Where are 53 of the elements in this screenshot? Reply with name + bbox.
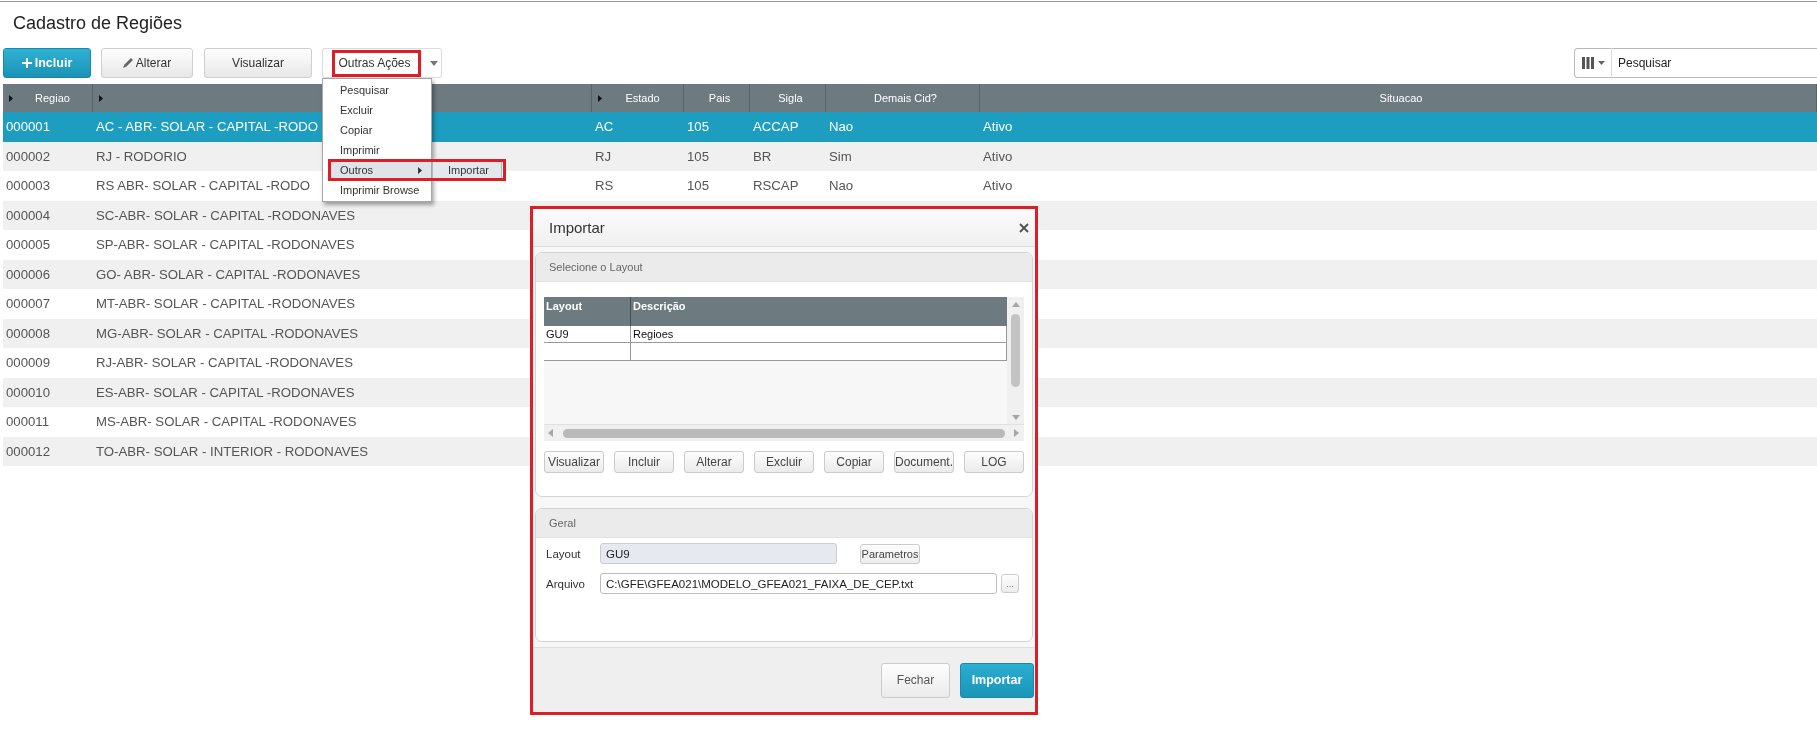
table-cell: 000008 (6, 325, 50, 341)
column-title: Regiao (34, 92, 71, 104)
table-cell: BR (753, 148, 772, 164)
table-cell: ES-ABR- SOLAR - CAPITAL -RODONAVES (96, 384, 355, 400)
page-title: Cadastro de Regiões (13, 12, 183, 34)
table-cell: RJ-ABR- SOLAR - CAPITAL -RODONAVES (96, 355, 353, 371)
table-cell: 105 (687, 178, 709, 194)
table-cell: 000009 (6, 355, 50, 371)
table-cell: Ativo (983, 148, 1013, 164)
table-cell: 105 (687, 119, 709, 135)
column-title: Sigla (777, 92, 804, 104)
table-cell: Nao (829, 178, 854, 194)
table-cell: Ativo (983, 178, 1013, 194)
table-cell: RS (595, 178, 614, 194)
table-cell: MG-ABR- SOLAR - CAPITAL -RODONAVES (96, 325, 359, 341)
table-cell: 000006 (6, 266, 50, 282)
table-cell: 000001 (6, 119, 50, 135)
table-cell: Nao (829, 119, 854, 135)
table-cell: Ativo (983, 119, 1013, 135)
column-title: Estado (624, 92, 661, 104)
table-cell: ACCAP (753, 119, 799, 135)
table-cell: RSCAP (753, 178, 799, 194)
table-cell: 000002 (6, 148, 50, 164)
table-cell: 000011 (6, 414, 50, 430)
table-cell: GO- ABR- SOLAR - CAPITAL -RODONAVES (96, 266, 361, 282)
table-cell: RS ABR- SOLAR - CAPITAL -RODO (96, 178, 310, 194)
column-title: Situacao (1378, 92, 1424, 104)
table-cell: TO-ABR- SOLAR - INTERIOR - RODONAVES (96, 443, 369, 459)
table-cell: RJ - RODORIO (96, 148, 187, 164)
dialog-title: Importar (549, 219, 605, 236)
table-cell-text: Regioes (632, 327, 675, 342)
column-title: Pais (707, 92, 732, 104)
table-cell: AC (595, 119, 614, 135)
table-cell: AC - ABR- SOLAR - CAPITAL -RODO (96, 119, 319, 135)
table-cell: 000003 (6, 178, 50, 194)
field-label: Layout (546, 547, 582, 560)
table-cell: 000012 (6, 443, 50, 459)
column-title: Demais Cid? (873, 92, 938, 104)
table-cell: SC-ABR- SOLAR - CAPITAL -RODONAVES (96, 207, 356, 223)
table-cell: MS-ABR- SOLAR - CAPITAL -RODONAVES (96, 414, 357, 430)
table-cell: Sim (829, 148, 852, 164)
table-cell: 000004 (6, 207, 50, 223)
table-cell: 000010 (6, 384, 50, 400)
table-cell: GU9 (544, 326, 631, 342)
table-cell: 000007 (6, 296, 50, 312)
table-cell: 105 (687, 148, 709, 164)
panel-title: Geral (549, 517, 576, 529)
panel-title: Selecione o Layout (549, 261, 643, 273)
table-cell: MT-ABR- SOLAR - CAPITAL -RODONAVES (96, 296, 356, 312)
table-cell: 000005 (6, 237, 50, 253)
field-label: Arquivo (546, 577, 586, 590)
table-cell: SP-ABR- SOLAR - CAPITAL -RODONAVES (96, 237, 355, 253)
table-cell: RJ (595, 148, 612, 164)
